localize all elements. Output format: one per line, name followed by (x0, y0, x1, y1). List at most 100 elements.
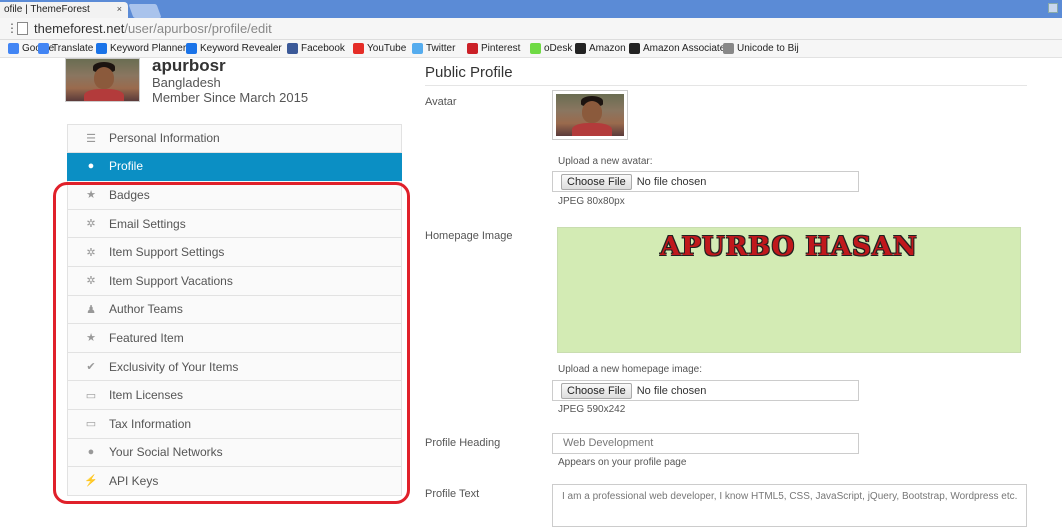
avatar-preview (552, 90, 628, 140)
new-tab-button[interactable] (128, 4, 162, 18)
sidebar-item-api-keys[interactable]: ⚡ API Keys (67, 467, 402, 496)
bookmark-label: YouTube (367, 43, 407, 54)
url-host: themeforest.net (34, 21, 125, 36)
youtube-icon (353, 43, 364, 54)
avatar-label: Avatar (425, 96, 457, 108)
bookmark-translate[interactable]: Translate (38, 43, 93, 54)
document-icon: ▭ (85, 418, 97, 431)
profile-heading-label: Profile Heading (425, 437, 501, 449)
check-icon: ✔ (86, 361, 96, 374)
bookmark-label: Amazon Associates (643, 43, 731, 54)
page-icon (17, 22, 28, 35)
gear-icon: ✲ (86, 275, 96, 288)
user-icon: ● (87, 160, 95, 173)
tab-title: ofile | ThemeForest (4, 4, 90, 15)
team-icon: ♟ (86, 303, 96, 316)
address-bar[interactable]: ⋮ themeforest.net/user/apurbosr/profile/… (0, 18, 1062, 40)
bookmark-unicode-to-bij[interactable]: Unicode to Bij (723, 43, 799, 54)
amazon-icon (575, 43, 586, 54)
bookmark-label: Amazon (589, 43, 626, 54)
sidebar-item-label: Tax Information (109, 416, 192, 431)
bookmark-amazon[interactable]: Amazon (575, 43, 626, 54)
bookmark-label: Pinterest (481, 43, 521, 54)
star-icon: ★ (86, 332, 96, 345)
profile-text-area[interactable]: I am a professional web developer, I kno… (552, 484, 1027, 527)
file-status: No file chosen (636, 384, 707, 397)
homepage-file-input[interactable]: Choose File No file chosen (552, 380, 859, 401)
sidebar-item-label: Email Settings (109, 216, 186, 231)
username: apurbosr (152, 56, 226, 75)
google-icon (8, 43, 19, 54)
sidebar-item-featured-item[interactable]: ★ Featured Item (67, 324, 402, 353)
sidebar-item-profile[interactable]: ● Profile (67, 152, 402, 182)
profile-heading-hint: Appears on your profile page (558, 457, 687, 468)
choose-file-button[interactable]: Choose File (561, 382, 632, 399)
sidebar-item-label: Exclusivity of Your Items (109, 359, 239, 374)
browser-tab-bar: ofile | ThemeForest × (0, 0, 1062, 18)
bookmark-amazon-associates[interactable]: Amazon Associates (629, 43, 730, 54)
bookmark-youtube[interactable]: YouTube (353, 43, 406, 54)
choose-file-button[interactable]: Choose File (561, 173, 632, 190)
list-icon: ☰ (86, 132, 96, 145)
bookmark-facebook[interactable]: Facebook (287, 43, 345, 54)
sidebar-item-item-support-settings[interactable]: ✲ Item Support Settings (67, 238, 402, 267)
bookmark-keyword-revealer[interactable]: Keyword Revealer (186, 43, 282, 54)
avatar-hint: JPEG 80x80px (558, 196, 625, 207)
homepage-image-text: APURBO HASAN (660, 232, 918, 262)
star-icon: ★ (86, 189, 96, 202)
page-title: Public Profile (425, 64, 513, 81)
gear-icon: ✲ (86, 218, 96, 231)
avatar (65, 58, 140, 102)
bookmark-label: oDesk (544, 43, 573, 54)
sidebar-item-label: Item Licenses (109, 388, 184, 403)
member-since: Member Since March 2015 (152, 90, 309, 105)
sidebar-item-your-social-networks[interactable]: ● Your Social Networks (67, 438, 402, 468)
bookmark-label: Keyword Planner (110, 43, 187, 54)
sidebar-item-label: Personal Information (109, 131, 220, 146)
homepage-image-preview: APURBO HASAN (557, 227, 1021, 353)
upload-avatar-label: Upload a new avatar: (558, 156, 653, 167)
window-button[interactable] (1048, 3, 1058, 13)
sidebar-item-exclusivity-of-your-items[interactable]: ✔ Exclusivity of Your Items (67, 352, 402, 382)
browser-tab[interactable]: ofile | ThemeForest × (0, 2, 128, 18)
bookmark-keyword-planner[interactable]: Keyword Planner (96, 43, 186, 54)
sidebar-item-tax-information[interactable]: ▭ Tax Information (67, 409, 402, 439)
url-path: /user/apurbosr/profile/edit (124, 21, 272, 36)
bookmark-label: Keyword Revealer (200, 43, 282, 54)
facebook-icon (287, 43, 298, 54)
bookmark-label: Unicode to Bij (737, 43, 799, 54)
sidebar-item-personal-information[interactable]: ☰ Personal Information (67, 124, 402, 153)
sidebar-item-author-teams[interactable]: ♟ Author Teams (67, 295, 402, 325)
homepage-image-label: Homepage Image (425, 230, 513, 242)
sidebar-item-label: Your Social Networks (109, 445, 223, 460)
document-icon: ▭ (85, 389, 97, 402)
close-icon[interactable]: × (117, 4, 122, 14)
avatar-file-input[interactable]: Choose File No file chosen (552, 171, 859, 192)
bookmark-label: Facebook (301, 43, 345, 54)
bookmark-label: Twitter (426, 43, 456, 54)
sidebar-item-badges[interactable]: ★ Badges (67, 181, 402, 210)
sidebar-item-item-licenses[interactable]: ▭ Item Licenses (67, 381, 402, 410)
sidebar-item-label: Badges (109, 187, 150, 202)
bolt-icon: ⚡ (84, 475, 98, 488)
odesk-icon (530, 43, 541, 54)
sidebar-item-item-support-vacations[interactable]: ✲ Item Support Vacations (67, 266, 402, 296)
translate-icon (38, 43, 49, 54)
url-text[interactable]: themeforest.net/user/apurbosr/profile/ed… (34, 21, 272, 36)
bookmark-pinterest[interactable]: Pinterest (467, 43, 520, 54)
bookmark-odesk[interactable]: oDesk (530, 43, 572, 54)
pinterest-icon (467, 43, 478, 54)
gear-icon: ✲ (86, 246, 96, 259)
upload-homepage-label: Upload a new homepage image: (558, 364, 702, 375)
sidebar-item-label: Featured Item (109, 330, 184, 345)
bookmark-twitter[interactable]: Twitter (412, 43, 455, 54)
profile-heading-input[interactable]: Web Development (552, 433, 859, 454)
sidebar-item-label: Profile (109, 159, 144, 174)
sidebar-item-email-settings[interactable]: ✲ Email Settings (67, 209, 402, 239)
country: Bangladesh (152, 75, 221, 90)
user-icon: ● (87, 446, 95, 459)
sidebar-item-label: Item Support Vacations (109, 273, 233, 288)
sidebar-item-label: Item Support Settings (109, 245, 225, 260)
homepage-hint: JPEG 590x242 (558, 404, 626, 415)
twitter-icon (412, 43, 423, 54)
